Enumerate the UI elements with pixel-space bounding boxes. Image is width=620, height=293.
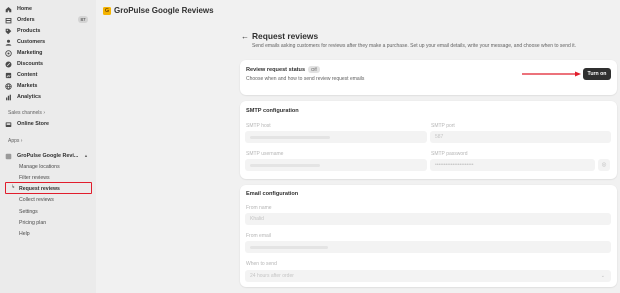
back-arrow-icon[interactable]: ← bbox=[241, 32, 249, 41]
field-placeholder-bar bbox=[250, 163, 320, 167]
sub-item-help[interactable]: Help bbox=[19, 229, 30, 238]
nav-label: GroPulse Google Revi... bbox=[17, 153, 79, 159]
sub-item-manage-locations[interactable]: Manage locations bbox=[19, 162, 60, 171]
email-card-title: Email configuration bbox=[246, 191, 299, 197]
store-icon bbox=[5, 121, 12, 128]
field-placeholder-bar bbox=[250, 245, 328, 249]
from-name-label: From name bbox=[246, 205, 272, 211]
chart-icon bbox=[5, 94, 12, 101]
nav-label: Marketing bbox=[17, 50, 43, 56]
nav-item-content[interactable]: Content bbox=[5, 70, 37, 80]
smtp-username-label: SMTP username bbox=[246, 151, 284, 157]
orders-count-badge: 87 bbox=[78, 16, 88, 23]
app-menu-caret-icon[interactable]: ▲ bbox=[84, 153, 88, 158]
sales-channels-heading[interactable]: Sales channels › bbox=[8, 110, 45, 116]
from-email-label: From email bbox=[246, 233, 272, 239]
show-password-eye-icon[interactable]: ◎ bbox=[598, 159, 610, 171]
app-title: G GroPulse Google Reviews bbox=[103, 6, 214, 15]
nav-label: Home bbox=[17, 6, 32, 12]
smtp-password-label: SMTP password bbox=[431, 151, 468, 157]
smtp-port-value: 587 bbox=[435, 134, 444, 140]
smtp-card-title: SMTP configuration bbox=[246, 108, 299, 114]
discount-icon bbox=[5, 60, 12, 68]
app-title-text: GroPulse Google Reviews bbox=[114, 6, 214, 15]
sub-item-request-reviews[interactable]: Request reviews bbox=[19, 184, 60, 193]
sub-item-filter-reviews[interactable]: Filter reviews bbox=[19, 173, 50, 182]
globe-icon bbox=[5, 82, 12, 90]
chevron-updown-icon: ⌄ bbox=[600, 273, 605, 279]
nav-item-marketing[interactable]: Marketing bbox=[5, 48, 42, 58]
nav-label: Online Store bbox=[17, 121, 50, 127]
app-logo-icon: G bbox=[103, 6, 111, 15]
nav-label: Markets bbox=[17, 83, 38, 89]
smtp-username-field[interactable] bbox=[245, 159, 427, 171]
email-card: Email configuration From name Khalid Fro… bbox=[240, 185, 617, 287]
nav-item-orders[interactable]: Orders bbox=[5, 15, 35, 25]
status-card: Review request status Off Choose when an… bbox=[240, 60, 617, 95]
person-icon bbox=[5, 39, 12, 46]
apps-heading[interactable]: Apps › bbox=[8, 138, 22, 144]
nav-item-analytics[interactable]: Analytics bbox=[5, 92, 41, 102]
nav-label: Analytics bbox=[17, 94, 41, 100]
turn-on-button[interactable]: Turn on bbox=[583, 68, 611, 80]
nav-item-discounts[interactable]: Discounts bbox=[5, 59, 43, 69]
app-icon bbox=[5, 153, 12, 160]
chevron-right-icon: › bbox=[43, 110, 45, 116]
nav-label: Content bbox=[17, 72, 38, 78]
sidebar: Home Orders 87 Products Customers Market… bbox=[0, 0, 96, 293]
sub-item-pricing-plan[interactable]: Pricing plan bbox=[19, 218, 46, 227]
target-icon bbox=[5, 49, 12, 57]
nav-item-home[interactable]: Home bbox=[5, 4, 32, 14]
status-card-description: Choose when and how to send review reque… bbox=[246, 76, 365, 82]
status-card-title: Review request status bbox=[246, 67, 306, 73]
when-to-send-select[interactable]: 24 hours after order ⌄ bbox=[245, 270, 611, 282]
nav-label: Orders bbox=[17, 17, 35, 23]
nav-item-markets[interactable]: Markets bbox=[5, 81, 37, 91]
orders-icon bbox=[5, 17, 12, 24]
when-to-send-label: When to send bbox=[246, 261, 277, 267]
smtp-host-label: SMTP host bbox=[246, 123, 271, 129]
page-title: Request reviews bbox=[252, 31, 319, 41]
sub-item-settings[interactable]: Settings bbox=[19, 207, 38, 216]
chevron-right-icon: › bbox=[20, 138, 23, 144]
smtp-password-value: •••••••••••••••••••••• bbox=[435, 162, 474, 168]
smtp-port-label: SMTP port bbox=[431, 123, 455, 129]
nav-item-customers[interactable]: Customers bbox=[5, 37, 45, 47]
tag-icon bbox=[5, 28, 12, 35]
smtp-password-field[interactable]: •••••••••••••••••••••• bbox=[430, 159, 595, 171]
nav-item-online-store[interactable]: Online Store bbox=[5, 119, 49, 129]
from-name-field[interactable]: Khalid bbox=[245, 213, 611, 225]
nav-item-app[interactable]: GroPulse Google Revi... bbox=[5, 151, 78, 161]
sub-item-collect-reviews[interactable]: Collect reviews bbox=[19, 195, 54, 204]
smtp-host-field[interactable] bbox=[245, 131, 427, 143]
page-subtitle: Send emails asking customers for reviews… bbox=[252, 43, 577, 49]
status-badge: Off bbox=[308, 66, 320, 73]
sub-arrow-icon: ↳ bbox=[11, 184, 16, 190]
annotation-arrow-icon bbox=[522, 71, 581, 77]
nav-item-products[interactable]: Products bbox=[5, 26, 40, 36]
nav-label: Products bbox=[17, 28, 41, 34]
from-email-field[interactable] bbox=[245, 241, 611, 253]
field-placeholder-bar bbox=[250, 135, 330, 139]
nav-label: Customers bbox=[17, 39, 46, 45]
nav-label: Discounts bbox=[17, 61, 44, 67]
home-icon bbox=[5, 6, 12, 13]
smtp-port-field[interactable]: 587 bbox=[430, 131, 611, 143]
when-to-send-value: 24 hours after order bbox=[250, 273, 294, 279]
from-name-value: Khalid bbox=[250, 216, 264, 222]
smtp-card: SMTP configuration SMTP host SMTP port 5… bbox=[240, 101, 617, 179]
content-icon bbox=[5, 72, 12, 79]
